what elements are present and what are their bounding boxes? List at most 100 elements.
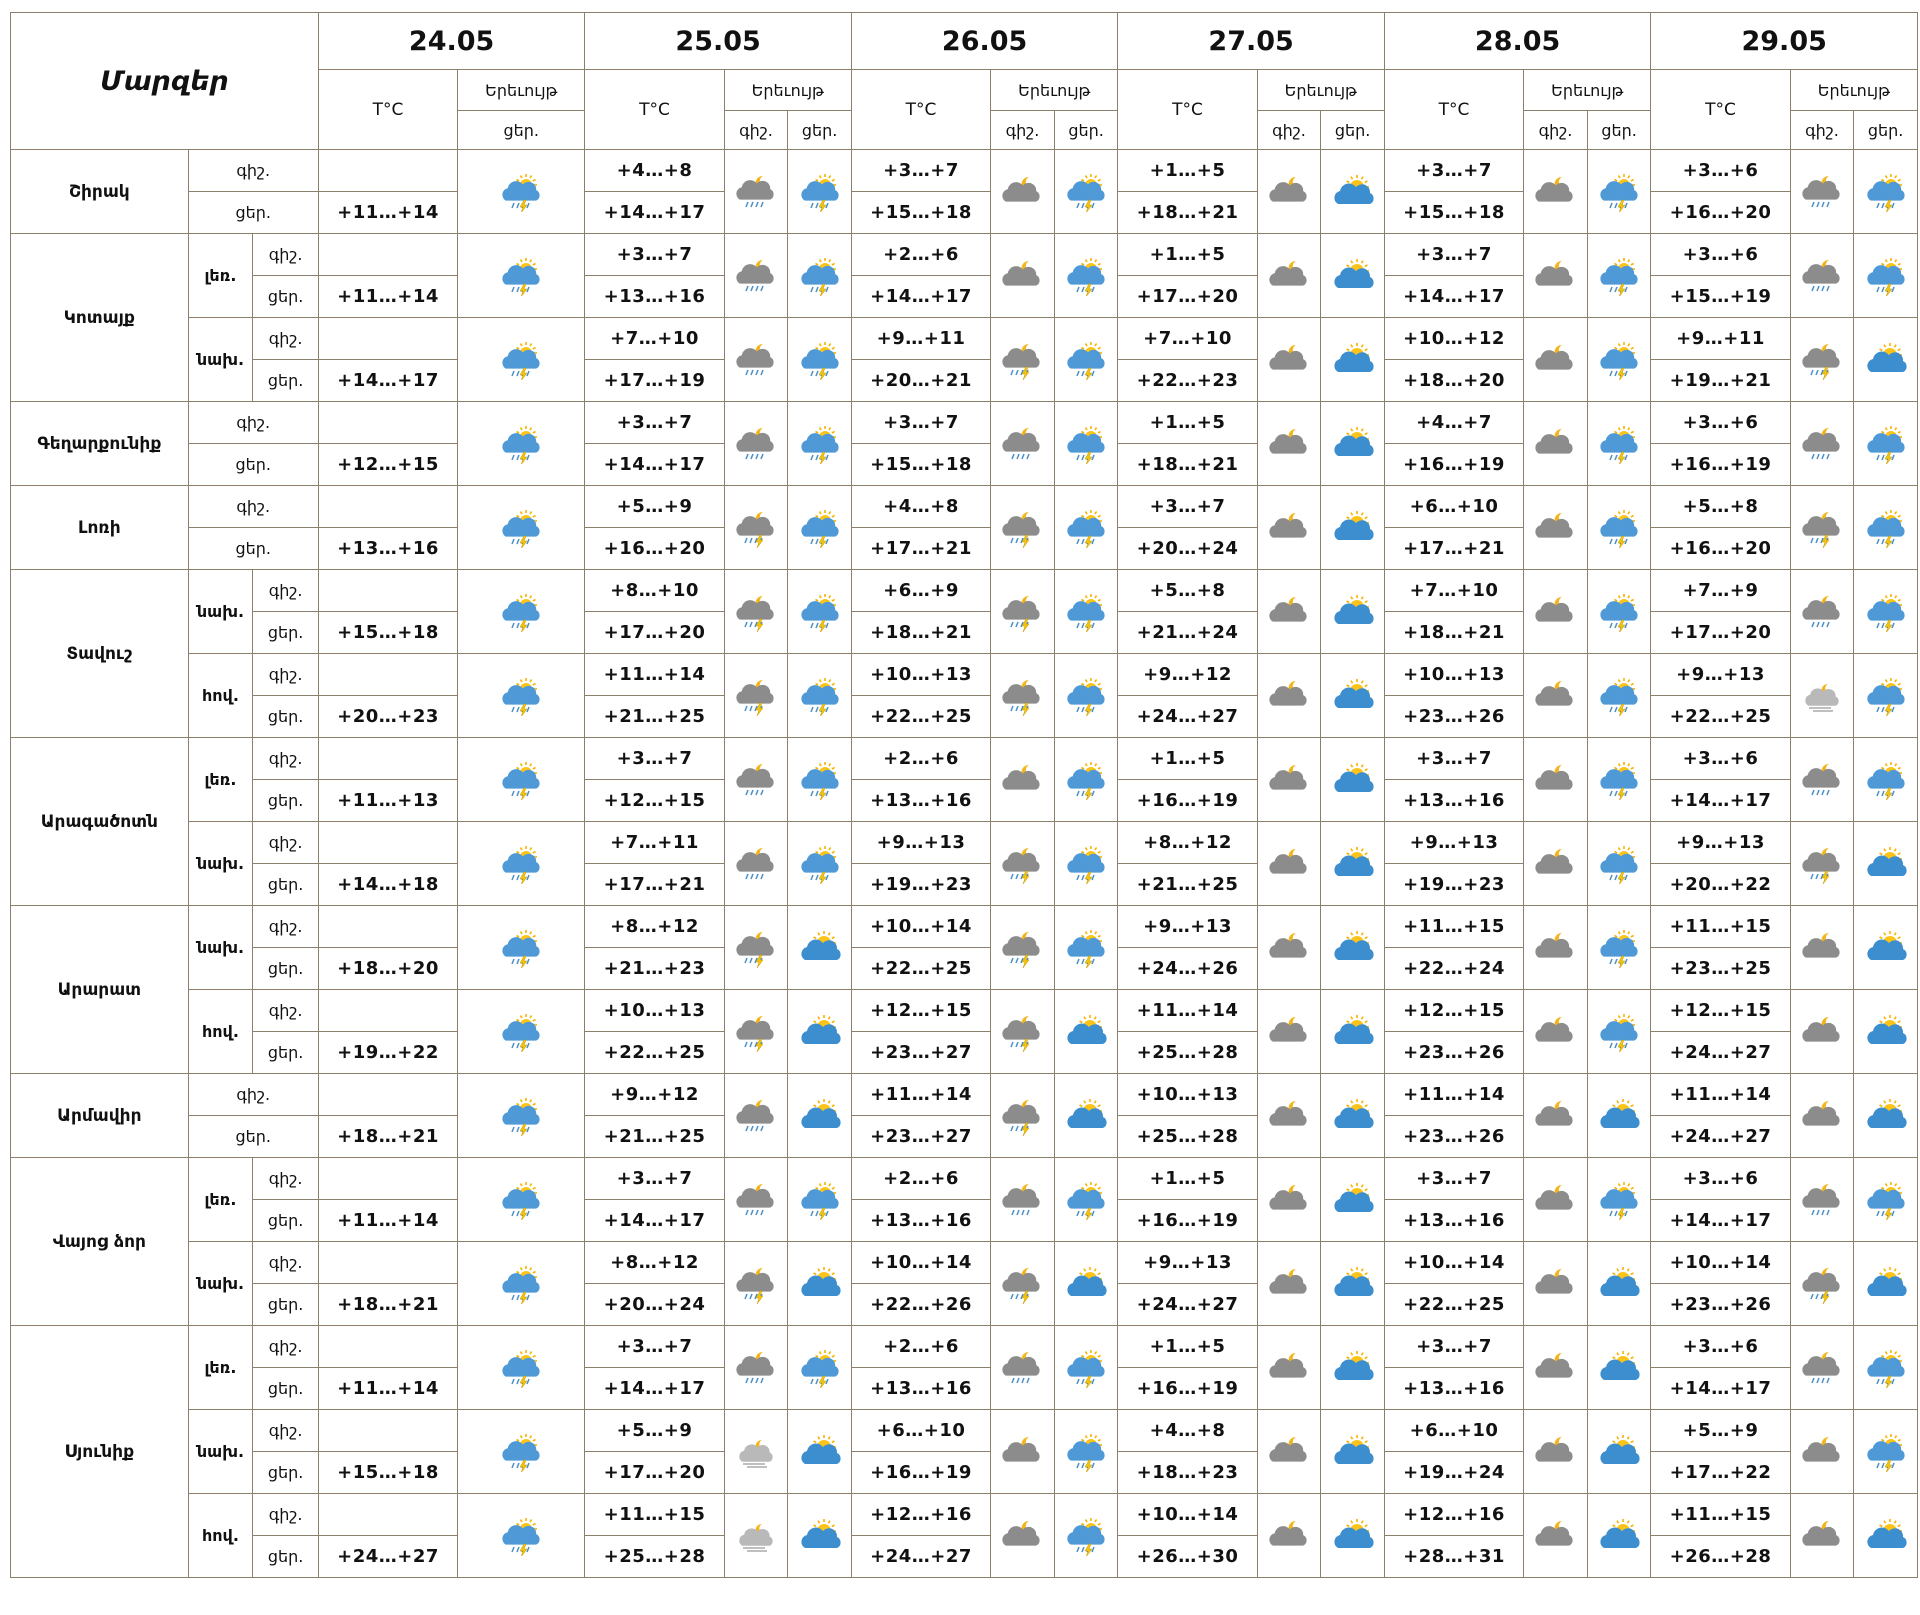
weather-icon-night xyxy=(990,821,1055,906)
weather-icon-day xyxy=(457,401,586,486)
weather-icon-svg xyxy=(1600,1098,1640,1128)
weather-icon-svg xyxy=(1333,1182,1374,1212)
weather-icon-svg xyxy=(1333,1350,1374,1380)
day-temperature: +24…+27 xyxy=(1650,1115,1791,1158)
weather-icon-svg xyxy=(1067,761,1105,800)
weather-icon-svg xyxy=(800,425,839,464)
night-temperature xyxy=(317,653,459,696)
weather-icon-night xyxy=(1256,989,1322,1074)
day-temperature: +15…+18 xyxy=(850,443,992,486)
weather-icon-day xyxy=(1586,149,1652,234)
weather-icon-svg xyxy=(1535,596,1574,622)
night-temperature: +3…+6 xyxy=(1650,149,1791,192)
weather-icon-night xyxy=(723,317,789,402)
table-row: Արմավիր գիշ. +9…+12 +11…+14 +10…+13 +11…+14 +1… xyxy=(10,1073,1918,1158)
weather-icon-day xyxy=(1053,737,1119,822)
day-temperature: +14…+17 xyxy=(584,1367,725,1410)
day-temperature: +22…+26 xyxy=(850,1283,992,1326)
weather-icon-svg xyxy=(1333,846,1374,876)
night-temperature: +9…+13 xyxy=(1117,1241,1258,1284)
table-row: նախ. գիշ. +7…+11 +9…+13 +8…+12 +9…+13 +9…+13 xyxy=(11,821,1918,906)
night-temperature: +3…+6 xyxy=(1650,1157,1791,1200)
weather-icon-day xyxy=(787,989,852,1074)
weather-icon-night xyxy=(1256,1073,1322,1158)
weather-icon-svg xyxy=(1333,678,1374,708)
day-temperature: +17…+20 xyxy=(1117,275,1258,318)
weather-icon-day xyxy=(1586,401,1652,486)
table-row: Կոտայք լեռ. գիշ. +3…+7 +2…+6 +1…+5 +3…+7 +3…+6 xyxy=(10,233,1918,402)
weather-icon-night xyxy=(1789,905,1855,990)
weather-icon-day xyxy=(1320,569,1385,654)
weather-icon-svg xyxy=(1269,1268,1307,1294)
weather-icon-day xyxy=(1053,569,1119,654)
weather-icon-day xyxy=(787,401,852,486)
weather-icon-day xyxy=(457,317,586,402)
weather-icon-night xyxy=(990,233,1055,318)
weather-icon-day xyxy=(1853,905,1918,990)
weather-icon-svg xyxy=(1535,428,1574,454)
weather-icon-svg xyxy=(1600,1181,1638,1220)
weather-icon-svg xyxy=(1269,428,1307,454)
weather-icon-svg xyxy=(1600,761,1638,800)
weather-icon-svg xyxy=(1002,176,1041,202)
day-temperature: +20…+22 xyxy=(1650,863,1791,906)
table-row: Շիրակ գիշ. +4…+8 +3…+7 +1…+5 +3…+7 +3…+6 xyxy=(10,149,1918,234)
weather-icon-day xyxy=(1586,1073,1652,1158)
phenomenon-header: Երեւույթ xyxy=(457,69,586,111)
table-row: հով. գիշ. +11…+15 +12…+16 +10…+14 +12…+16 +11…… xyxy=(11,1493,1918,1578)
weather-icon-svg xyxy=(1600,1518,1640,1548)
weather-icon-night xyxy=(990,401,1055,486)
weather-icon-day xyxy=(457,989,586,1074)
table-row: Լոռի գիշ. +5…+9 +4…+8 +3…+7 +6…+10 +5…+8 xyxy=(10,485,1918,570)
weather-icon-svg xyxy=(1067,1433,1105,1472)
weather-icon-night xyxy=(1789,821,1855,906)
day-subheader: ցեր. xyxy=(1586,110,1652,150)
night-temperature xyxy=(317,1325,459,1368)
day-temperature: +13…+16 xyxy=(317,527,459,570)
weather-icon-svg xyxy=(800,845,839,884)
weather-icon-svg xyxy=(1802,595,1840,627)
weather-icon-day xyxy=(1320,1241,1385,1326)
weather-icon-day xyxy=(1320,737,1385,822)
night-temperature: +7…+11 xyxy=(584,821,725,864)
day-label: ցեր. xyxy=(252,695,319,738)
weather-icon-svg xyxy=(736,1099,774,1131)
night-temperature: +3…+6 xyxy=(1650,401,1791,444)
weather-icon-svg xyxy=(1866,1098,1907,1128)
weather-icon-svg xyxy=(1600,1350,1640,1380)
night-temperature: +10…+14 xyxy=(1117,1493,1258,1536)
weather-icon-svg xyxy=(736,343,774,375)
weather-icon-svg xyxy=(800,1098,841,1128)
night-temperature: +7…+10 xyxy=(584,317,725,360)
weather-icon-night xyxy=(1789,317,1855,402)
phenomenon-header: Երեւույթ xyxy=(990,69,1119,111)
night-temperature: +10…+13 xyxy=(850,653,992,696)
day-label: ցեր. xyxy=(252,359,319,402)
weather-icon-day xyxy=(1853,653,1918,738)
day-temperature: +21…+25 xyxy=(584,1115,725,1158)
weather-icon-svg xyxy=(1535,1436,1574,1462)
weather-icon-day xyxy=(787,1241,852,1326)
weather-icon-night xyxy=(1523,821,1588,906)
date-header: 27.05 xyxy=(1117,12,1385,70)
weather-icon-day xyxy=(1053,1073,1119,1158)
day-temperature: +16…+19 xyxy=(1650,443,1791,486)
night-temperature: +12…+15 xyxy=(850,989,992,1032)
weather-icon-night xyxy=(723,1073,789,1158)
weather-icon-day xyxy=(1053,317,1119,402)
weather-icon-svg xyxy=(1802,1351,1840,1383)
day-temperature: +21…+25 xyxy=(584,695,725,738)
day-temperature: +19…+21 xyxy=(1650,359,1791,402)
weather-icon-night xyxy=(1789,1493,1855,1578)
weather-icon-day xyxy=(1853,989,1918,1074)
weather-icon-day xyxy=(1320,317,1385,402)
night-subheader: գիշ. xyxy=(1256,110,1322,150)
night-temperature xyxy=(317,233,459,276)
day-temperature: +23…+25 xyxy=(1650,947,1791,990)
night-temperature: +3…+7 xyxy=(1383,149,1525,192)
weather-icon-svg xyxy=(1333,510,1374,540)
weather-icon-night xyxy=(723,737,789,822)
weather-icon-day xyxy=(1320,905,1385,990)
day-temperature: +24…+27 xyxy=(850,1535,992,1578)
weather-icon-day xyxy=(457,1409,586,1494)
